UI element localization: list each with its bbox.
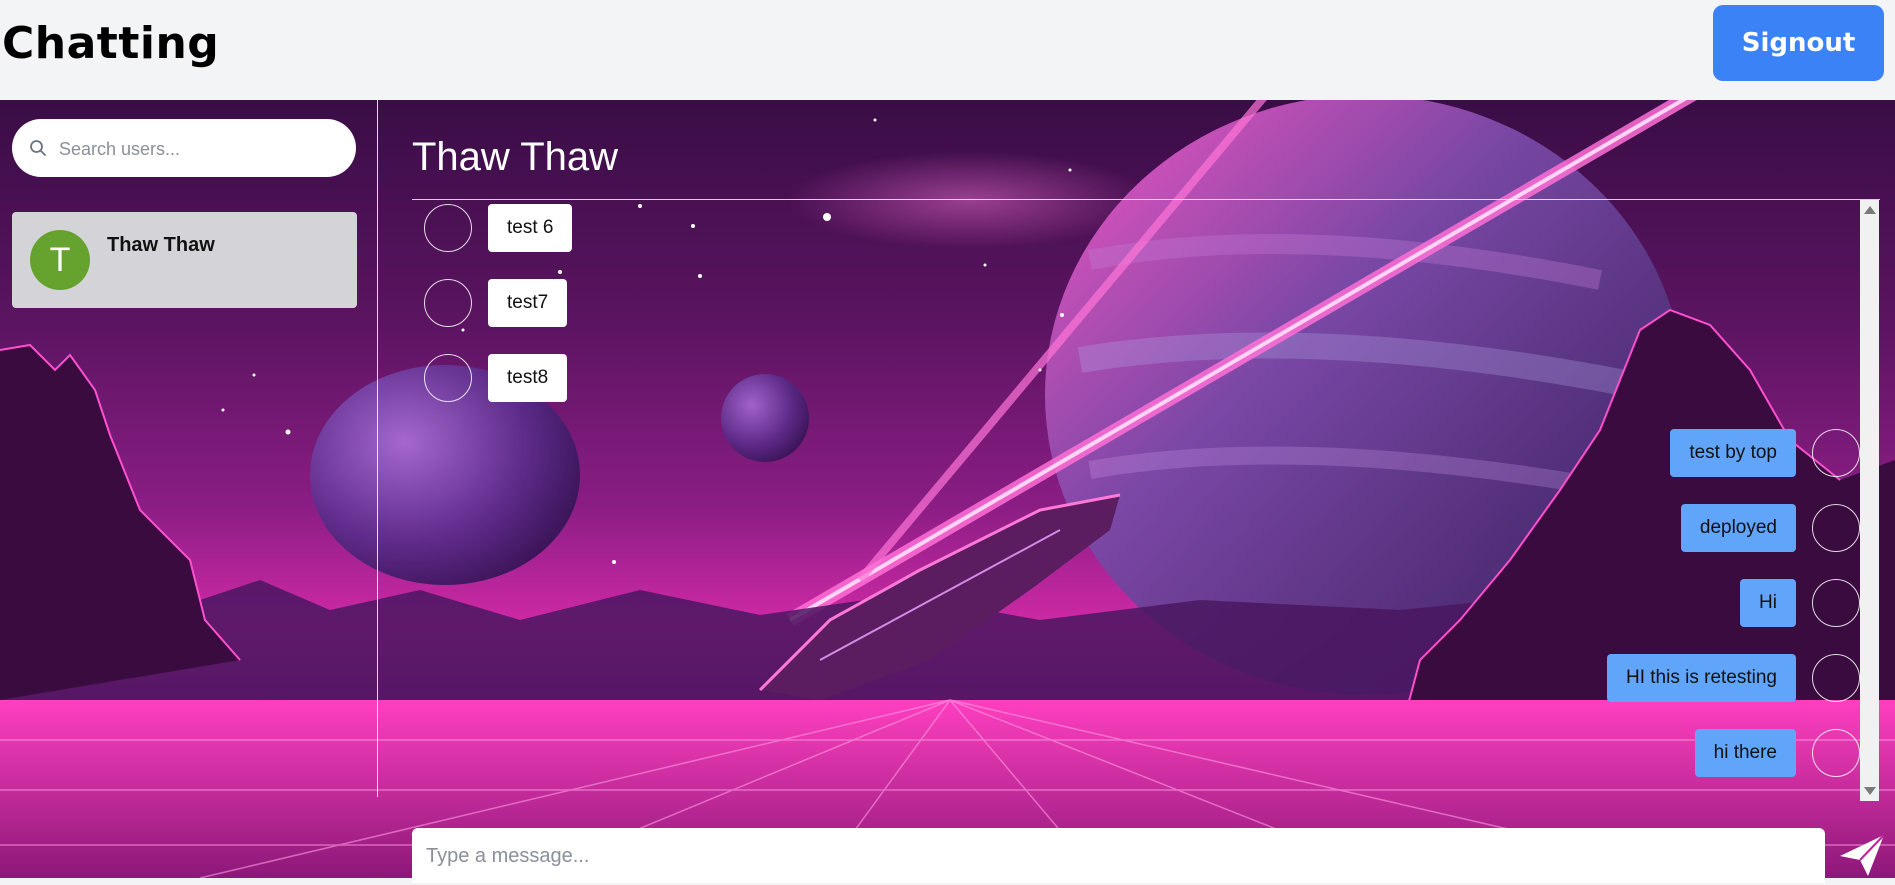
message-bubble: test by top — [1670, 429, 1796, 477]
message-bubble: hi there — [1694, 729, 1796, 777]
message-input[interactable] — [424, 828, 1808, 885]
message-bubble: Hi — [1740, 579, 1796, 627]
message-avatar — [424, 204, 472, 252]
message-row-outgoing: Hi — [1740, 578, 1860, 628]
search-icon — [30, 140, 46, 156]
send-icon[interactable] — [1838, 832, 1886, 878]
search-box[interactable] — [12, 119, 356, 179]
message-row-incoming: test8 — [424, 353, 568, 403]
message-avatar — [424, 279, 472, 327]
user-list-item[interactable]: T Thaw Thaw — [12, 212, 357, 308]
message-bubble: test7 — [488, 279, 568, 327]
message-row-incoming: test 6 — [424, 203, 573, 253]
message-scrollbar[interactable] — [1860, 200, 1879, 801]
message-row-outgoing: deployed — [1680, 503, 1860, 553]
message-avatar — [424, 354, 472, 402]
message-list[interactable]: test 6 test7 test8 test by top deployed … — [412, 200, 1860, 800]
message-row-incoming: test7 — [424, 278, 568, 328]
search-input[interactable] — [57, 119, 346, 179]
message-row-outgoing: test by top — [1670, 428, 1860, 478]
avatar: T — [30, 230, 90, 290]
message-avatar — [1812, 579, 1860, 627]
message-avatar — [1812, 729, 1860, 777]
message-row-outgoing: HI this is retesting — [1607, 653, 1860, 703]
users-sidebar: T Thaw Thaw — [0, 100, 378, 797]
message-bubble: test8 — [488, 354, 568, 402]
user-name: Thaw Thaw — [107, 234, 215, 256]
app-title: Chatting — [2, 18, 220, 69]
signout-button[interactable]: Signout — [1713, 5, 1884, 81]
message-composer[interactable] — [412, 828, 1825, 885]
message-avatar — [1812, 429, 1860, 477]
scrollbar-thumb[interactable] — [1863, 220, 1876, 780]
message-bubble: HI this is retesting — [1607, 654, 1796, 702]
scroll-up-icon[interactable] — [1864, 206, 1876, 214]
message-bubble: test 6 — [488, 204, 573, 252]
app-header: Chatting Signout — [0, 0, 1895, 100]
scroll-down-icon[interactable] — [1864, 787, 1876, 795]
message-avatar — [1812, 504, 1860, 552]
message-row-outgoing: hi there — [1694, 728, 1860, 778]
chat-title: Thaw Thaw — [412, 135, 619, 179]
message-avatar — [1812, 654, 1860, 702]
message-bubble: deployed — [1680, 504, 1796, 552]
